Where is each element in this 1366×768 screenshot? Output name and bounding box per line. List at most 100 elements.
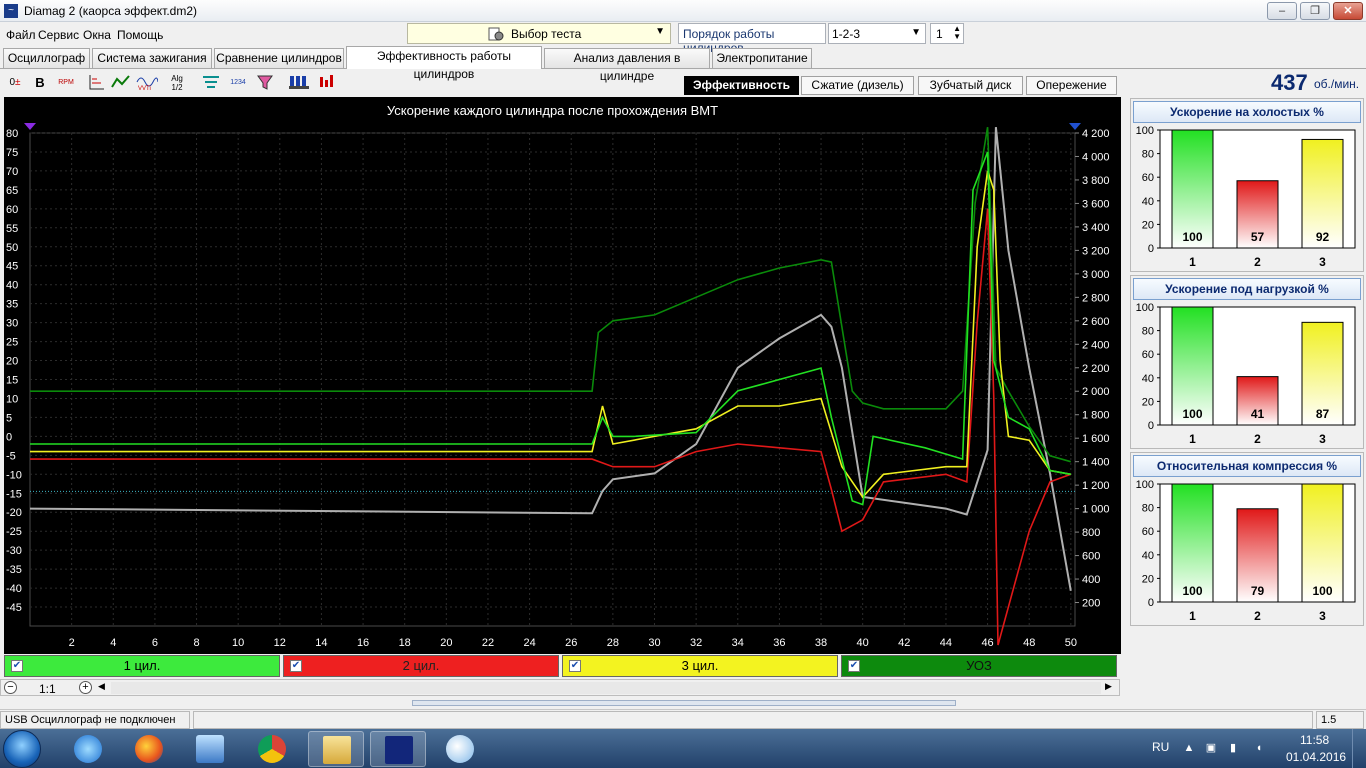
- up-down-arrow-glyph: ±: [15, 77, 21, 88]
- bar-y-tick-label: 80: [1142, 149, 1154, 161]
- close-button[interactable]: ✕: [1333, 2, 1363, 20]
- show-desktop-button[interactable]: [1352, 729, 1366, 768]
- minimize-button[interactable]: –: [1267, 2, 1297, 20]
- paint-icon[interactable]: [432, 731, 488, 767]
- network-icon[interactable]: ▣: [1204, 741, 1218, 755]
- x-tick-label: 14: [315, 637, 327, 649]
- channel-cyl2[interactable]: ✔ 2 цил.: [283, 655, 559, 677]
- tab-cylinder-compare[interactable]: Сравнение цилиндров: [214, 48, 344, 68]
- y-left-tick-label: -10: [6, 469, 22, 481]
- bold-icon[interactable]: B: [29, 73, 51, 93]
- subtab-tooth-disk[interactable]: Зубчатый диск: [918, 76, 1023, 95]
- x-tick-label: 42: [898, 637, 910, 649]
- tab-oscilloscope[interactable]: Осциллограф: [3, 48, 90, 68]
- panel-splitter[interactable]: [412, 700, 956, 706]
- line-icon[interactable]: [110, 73, 132, 93]
- x-tick-label: 2: [69, 637, 75, 649]
- x-tick-label: 44: [940, 637, 952, 649]
- menu-help[interactable]: Помощь: [117, 28, 163, 42]
- bar-value-label: 57: [1251, 230, 1265, 244]
- scroll-left-icon[interactable]: ◀: [98, 681, 105, 692]
- channel-uoz-label: УОЗ: [966, 658, 992, 673]
- engine-icon[interactable]: [288, 73, 310, 93]
- signal-icon[interactable]: [200, 73, 222, 93]
- alg-icon[interactable]: Alg 1/2: [166, 73, 188, 93]
- channel-cyl1[interactable]: ✔ 1 цил.: [4, 655, 280, 677]
- zoom-level: 1:1: [39, 682, 56, 696]
- scale-icon[interactable]: [86, 73, 108, 93]
- bar-y-tick-label: 0: [1148, 597, 1154, 609]
- channel-cyl3-label: 3 цил.: [681, 658, 719, 673]
- checkbox-checked-icon[interactable]: ✔: [848, 660, 860, 672]
- rpm-icon[interactable]: RPM: [55, 73, 77, 93]
- idle-acceleration-bar-chart: 100 80 60 40 20 0 100 1 57 2 92 3: [1136, 125, 1356, 269]
- test-select[interactable]: Выбор теста ▼: [407, 23, 671, 44]
- status-version: 1.5: [1316, 711, 1364, 729]
- checkbox-checked-icon[interactable]: ✔: [569, 660, 581, 672]
- remote-desktop-icon[interactable]: [182, 731, 238, 767]
- menu-service[interactable]: Сервис: [38, 28, 79, 42]
- bar-value-label: 41: [1251, 407, 1265, 421]
- vvti-icon[interactable]: VVTi: [136, 73, 159, 93]
- y-left-tick-label: -15: [6, 488, 22, 500]
- language-indicator[interactable]: RU: [1152, 740, 1169, 754]
- firefox-icon[interactable]: [121, 731, 177, 767]
- usb-device-icon[interactable]: ▮: [1226, 741, 1240, 755]
- series-line-2: [30, 170, 1071, 499]
- subtab-efficiency[interactable]: Эффективность: [684, 76, 799, 95]
- checkbox-checked-icon[interactable]: ✔: [11, 660, 23, 672]
- tab-ignition[interactable]: Система зажигания: [92, 48, 212, 68]
- tab-cylinder-efficiency[interactable]: Эффективность работы цилиндров: [346, 46, 542, 81]
- x-tick-label: 8: [193, 637, 199, 649]
- tray-expand-icon[interactable]: ▲: [1182, 741, 1196, 755]
- acceleration-chart[interactable]: Ускорение каждого цилиндра после прохожд…: [4, 97, 1121, 654]
- checkbox-checked-icon[interactable]: ✔: [290, 660, 302, 672]
- maximize-button[interactable]: ❐: [1300, 2, 1330, 20]
- y-right-tick-label: 3 200: [1082, 245, 1110, 257]
- x-tick-label: 10: [232, 637, 244, 649]
- channel-uoz[interactable]: ✔ УОЗ: [841, 655, 1117, 677]
- cylinder-number-stepper[interactable]: 1 ▲ ▼: [930, 23, 964, 44]
- chrome-icon[interactable]: [244, 731, 300, 767]
- zoom-out-icon[interactable]: −: [4, 681, 17, 694]
- horizontal-scrollbar[interactable]: [111, 682, 1101, 694]
- channel-cyl3[interactable]: ✔ 3 цил.: [562, 655, 838, 677]
- y-right-tick-label: 2 800: [1082, 292, 1110, 304]
- spin-arrows-icon[interactable]: ▲ ▼: [953, 25, 961, 41]
- numbering-icon[interactable]: 1234: [227, 73, 249, 93]
- bar-value-label: 87: [1316, 407, 1330, 421]
- relative-compression-bar-chart: 100 80 60 40 20 0 100 1 79 2 100 3: [1136, 479, 1356, 623]
- internet-explorer-icon[interactable]: [60, 731, 116, 767]
- cylinders-icon[interactable]: [315, 73, 337, 93]
- scroll-right-icon[interactable]: ▶: [1105, 681, 1112, 692]
- diamag-icon[interactable]: [370, 731, 426, 767]
- zero-offset-icon[interactable]: 0±: [4, 73, 26, 93]
- windows-start-icon[interactable]: [3, 730, 41, 768]
- y-left-tick-label: 35: [6, 299, 18, 311]
- bar-y-tick-label: 40: [1142, 196, 1154, 208]
- y-left-tick-label: 20: [6, 356, 18, 368]
- menu-file[interactable]: Файл: [6, 28, 36, 42]
- y-left-tick-label: 80: [6, 128, 18, 140]
- y-left-tick-label: 25: [6, 337, 18, 349]
- bar-category-label: 1: [1189, 255, 1196, 269]
- load-acceleration-title: Ускорение под нагрузкой %: [1133, 278, 1361, 300]
- zoom-in-icon[interactable]: +: [79, 681, 92, 694]
- bar-value-label: 92: [1316, 230, 1330, 244]
- idle-acceleration-title: Ускорение на холостых %: [1133, 101, 1361, 123]
- bar-y-tick-label: 100: [1136, 125, 1154, 137]
- subtab-compression-diesel[interactable]: Сжатие (дизель): [801, 76, 914, 95]
- filter-icon[interactable]: [254, 73, 276, 93]
- y-left-tick-label: -35: [6, 564, 22, 576]
- y-right-tick-label: 1 600: [1082, 433, 1110, 445]
- left-marker-icon: [24, 123, 36, 130]
- menu-windows[interactable]: Окна: [83, 28, 111, 42]
- subtab-advance[interactable]: Опережение: [1026, 76, 1117, 95]
- cylinder-order-select[interactable]: 1-2-3 ▼: [828, 23, 926, 44]
- title-bar: ~ Diamag 2 (каорса эффект.dm2) – ❐ ✕: [0, 0, 1366, 22]
- file-explorer-icon[interactable]: [308, 731, 364, 767]
- volume-icon[interactable]: ◖: [1252, 741, 1266, 755]
- tab-cylinder-pressure[interactable]: Анализ давления в цилиндре: [544, 48, 710, 83]
- tab-power-supply[interactable]: Электропитание: [712, 48, 812, 68]
- status-empty: [193, 711, 1313, 729]
